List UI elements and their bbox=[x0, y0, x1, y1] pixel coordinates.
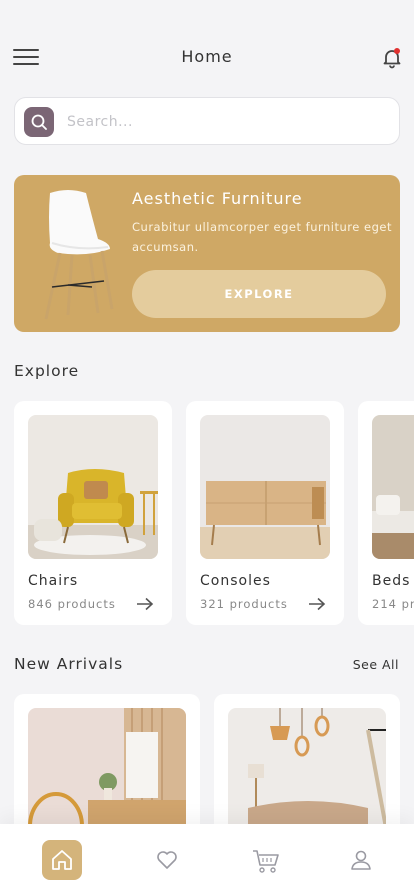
category-card-beds[interactable]: Beds 214 products bbox=[358, 401, 414, 625]
heart-icon bbox=[157, 851, 177, 869]
tab-home[interactable] bbox=[42, 840, 82, 880]
search-input[interactable] bbox=[67, 110, 387, 134]
notification-bell-icon[interactable] bbox=[380, 46, 404, 70]
home-icon bbox=[52, 850, 72, 870]
search-bar bbox=[14, 97, 400, 145]
arrival-card[interactable] bbox=[214, 694, 400, 844]
category-count: 321 products bbox=[200, 597, 288, 611]
category-count: 214 products bbox=[372, 597, 414, 611]
chair-image bbox=[44, 190, 114, 320]
arrival-card[interactable] bbox=[14, 694, 200, 844]
category-card-consoles[interactable]: Consoles 321 products bbox=[186, 401, 344, 625]
search-icon[interactable] bbox=[24, 107, 54, 137]
page-title: Home bbox=[181, 47, 233, 66]
explore-section-title: Explore bbox=[14, 362, 80, 380]
arrow-right-icon[interactable] bbox=[308, 597, 326, 611]
tab-favorites[interactable] bbox=[147, 840, 187, 880]
category-name: Beds bbox=[372, 573, 411, 589]
category-name: Consoles bbox=[200, 573, 271, 589]
promo-banner: Aesthetic Furniture Curabitur ullamcorpe… bbox=[14, 175, 400, 332]
cart-icon bbox=[253, 850, 279, 873]
bottom-tab-bar bbox=[0, 824, 414, 896]
tab-cart[interactable] bbox=[244, 840, 284, 880]
arrow-right-icon[interactable] bbox=[136, 597, 154, 611]
category-card-chairs[interactable]: Chairs 846 products bbox=[14, 401, 172, 625]
category-name: Chairs bbox=[28, 573, 79, 589]
explore-button[interactable]: EXPLORE bbox=[132, 270, 386, 318]
beds-image bbox=[372, 415, 414, 559]
user-icon bbox=[351, 850, 371, 870]
app-header: Home bbox=[0, 0, 414, 90]
chairs-image bbox=[28, 415, 158, 559]
new-arrivals-title: New Arrivals bbox=[14, 655, 124, 673]
consoles-image bbox=[200, 415, 330, 559]
see-all-link[interactable]: See All bbox=[353, 657, 399, 672]
banner-description: Curabitur ullamcorper eget furniture ege… bbox=[132, 220, 392, 254]
banner-title: Aesthetic Furniture bbox=[132, 189, 303, 208]
category-count: 846 products bbox=[28, 597, 116, 611]
tab-profile[interactable] bbox=[341, 840, 381, 880]
